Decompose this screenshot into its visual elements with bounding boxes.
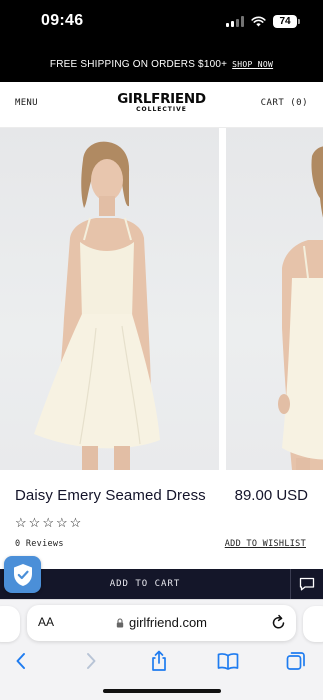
reload-icon bbox=[272, 614, 285, 629]
chevron-left-icon bbox=[16, 653, 25, 669]
star-icon: ☆ bbox=[55, 515, 68, 530]
chat-button[interactable] bbox=[290, 569, 323, 599]
chevron-right-icon bbox=[87, 653, 96, 669]
product-title: Daisy Emery Seamed Dress bbox=[15, 487, 206, 504]
cellular-signal-icon bbox=[226, 15, 244, 27]
url-text: girlfriend.com bbox=[128, 615, 208, 630]
reload-button[interactable] bbox=[271, 614, 286, 635]
chat-bubble-icon bbox=[299, 577, 315, 591]
safari-toolbar bbox=[0, 646, 323, 676]
add-to-cart-button[interactable]: ADD TO CART bbox=[0, 569, 290, 599]
share-icon bbox=[152, 650, 166, 671]
dress-model-side-illustration bbox=[278, 146, 323, 470]
status-icons: 74 bbox=[226, 14, 300, 28]
product-image-front[interactable] bbox=[0, 128, 219, 470]
forward-button[interactable] bbox=[80, 650, 102, 672]
back-button[interactable] bbox=[10, 650, 32, 672]
status-time: 09:46 bbox=[41, 12, 84, 29]
product-image-side[interactable] bbox=[226, 128, 323, 470]
shop-now-link[interactable]: SHOP NOW bbox=[232, 60, 273, 69]
home-indicator bbox=[103, 689, 221, 693]
promo-text: FREE SHIPPING ON ORDERS $100+ bbox=[49, 58, 228, 70]
star-icon: ☆ bbox=[69, 515, 82, 530]
address-bar[interactable]: AA girlfriend.com bbox=[27, 605, 296, 641]
star-icon: ☆ bbox=[42, 515, 54, 530]
bookmarks-button[interactable] bbox=[217, 650, 239, 672]
star-icon: ☆ bbox=[15, 515, 27, 530]
cart-button[interactable]: CART (0) bbox=[261, 98, 308, 108]
status-bar: 09:46 74 bbox=[0, 0, 323, 46]
product-price: 89.00 USD bbox=[234, 487, 308, 504]
next-tab-preview[interactable] bbox=[303, 606, 323, 642]
add-to-wishlist-link[interactable]: ADD TO WISHLIST bbox=[225, 539, 306, 549]
wifi-icon bbox=[251, 16, 266, 26]
battery-icon: 74 bbox=[273, 14, 300, 28]
site-header: MENU GIRLFRIEND COLLECTIVE CART (0) bbox=[0, 82, 323, 128]
book-icon bbox=[217, 653, 239, 670]
url-display[interactable]: girlfriend.com bbox=[27, 615, 296, 630]
share-button[interactable] bbox=[148, 650, 170, 672]
add-to-cart-bar: ADD TO CART bbox=[0, 569, 323, 599]
star-icon: ☆ bbox=[28, 515, 41, 530]
shield-check-icon bbox=[13, 563, 32, 586]
product-gallery[interactable] bbox=[0, 128, 323, 470]
safari-bottom-bar: AA girlfriend.com bbox=[0, 599, 323, 700]
reviews-count[interactable]: 0 Reviews bbox=[15, 539, 64, 549]
promo-bar: FREE SHIPPING ON ORDERS $100+ SHOP NOW bbox=[0, 46, 323, 82]
previous-tab-preview[interactable] bbox=[0, 606, 20, 642]
lock-icon bbox=[116, 617, 124, 627]
rating-stars[interactable]: ☆ ☆ ☆ ☆ ☆ bbox=[15, 516, 81, 530]
tabs-button[interactable] bbox=[285, 650, 307, 672]
dress-model-illustration bbox=[34, 141, 160, 470]
tabs-icon bbox=[286, 652, 305, 670]
security-badge[interactable] bbox=[4, 556, 41, 593]
